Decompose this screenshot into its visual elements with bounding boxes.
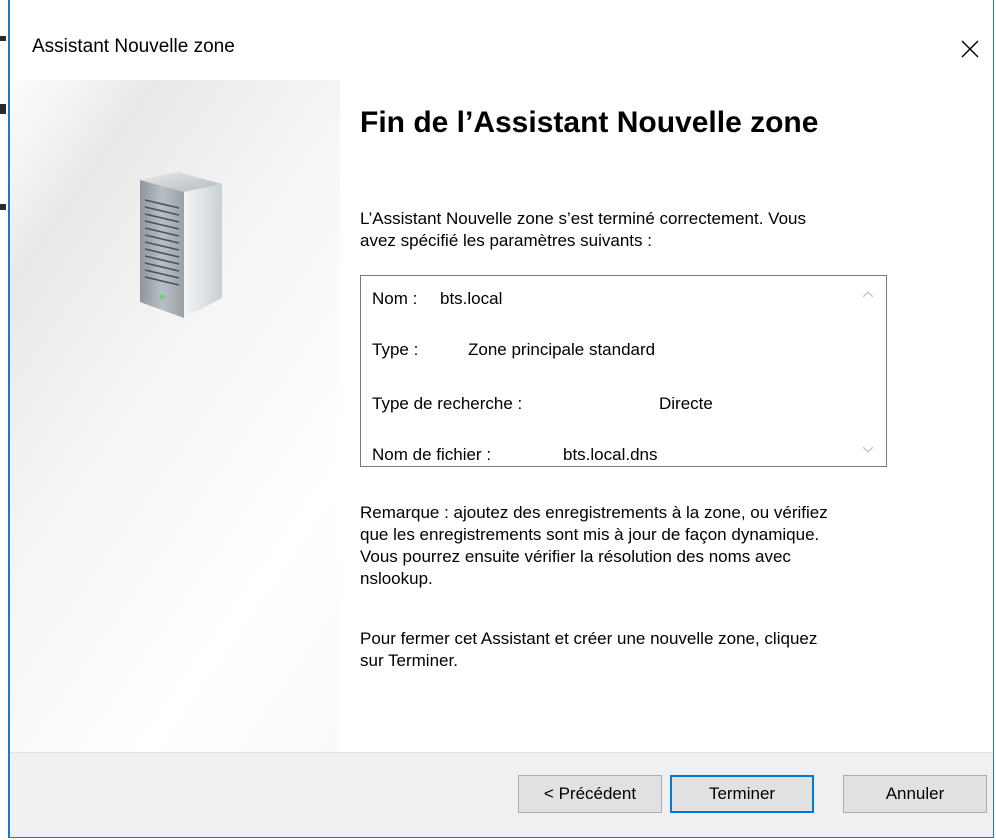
close-button[interactable] [947, 30, 993, 68]
summary-scrollbar[interactable] [850, 276, 886, 466]
background-window-fragment [0, 204, 6, 210]
wizard-dialog: Assistant Nouvelle zone Fin de l’Assista… [8, 0, 994, 838]
summary-row-name: Nom : bts.local [372, 289, 502, 309]
cancel-button[interactable]: Annuler [843, 775, 987, 813]
chevron-up-icon[interactable] [862, 290, 874, 298]
summary-value: bts.local.dns [563, 445, 658, 464]
page-title: Fin de l’Assistant Nouvelle zone [360, 106, 819, 139]
background-window-fragment [0, 36, 6, 41]
finish-button[interactable]: Terminer [670, 775, 814, 813]
summary-value: Directe [659, 394, 713, 413]
background-window-fragment [0, 104, 6, 114]
summary-label: Type : [372, 340, 419, 359]
summary-row-lookup-type: Type de recherche : Directe [372, 394, 713, 414]
summary-label: Type de recherche : [372, 394, 523, 413]
wizard-side-panel [10, 80, 340, 755]
intro-text: L’Assistant Nouvelle zone s’est terminé … [360, 209, 806, 250]
window-title: Assistant Nouvelle zone [32, 36, 235, 57]
summary-value: bts.local [440, 289, 503, 308]
previous-button[interactable]: < Précédent [518, 775, 662, 813]
title-bar: Assistant Nouvelle zone [10, 0, 993, 80]
wizard-footer: < Précédent Terminer Annuler [10, 752, 993, 837]
summary-row-type: Type : Zone principale standard [372, 340, 655, 360]
settings-summary-box[interactable]: Nom : bts.local Type : Zone principale sta… [360, 275, 887, 467]
summary-value: Zone principale standard [468, 340, 656, 359]
chevron-down-icon[interactable] [862, 446, 874, 454]
server-icon [140, 172, 222, 318]
remark-text: Remarque : ajoutez des enregistrements à… [360, 503, 828, 588]
summary-label: Nom de fichier : [372, 445, 492, 464]
summary-row-file-name: Nom de fichier : bts.local.dns [372, 445, 658, 465]
summary-label: Nom : [372, 289, 418, 308]
close-icon [961, 40, 979, 58]
closing-text: Pour fermer cet Assistant et créer une n… [360, 629, 818, 670]
